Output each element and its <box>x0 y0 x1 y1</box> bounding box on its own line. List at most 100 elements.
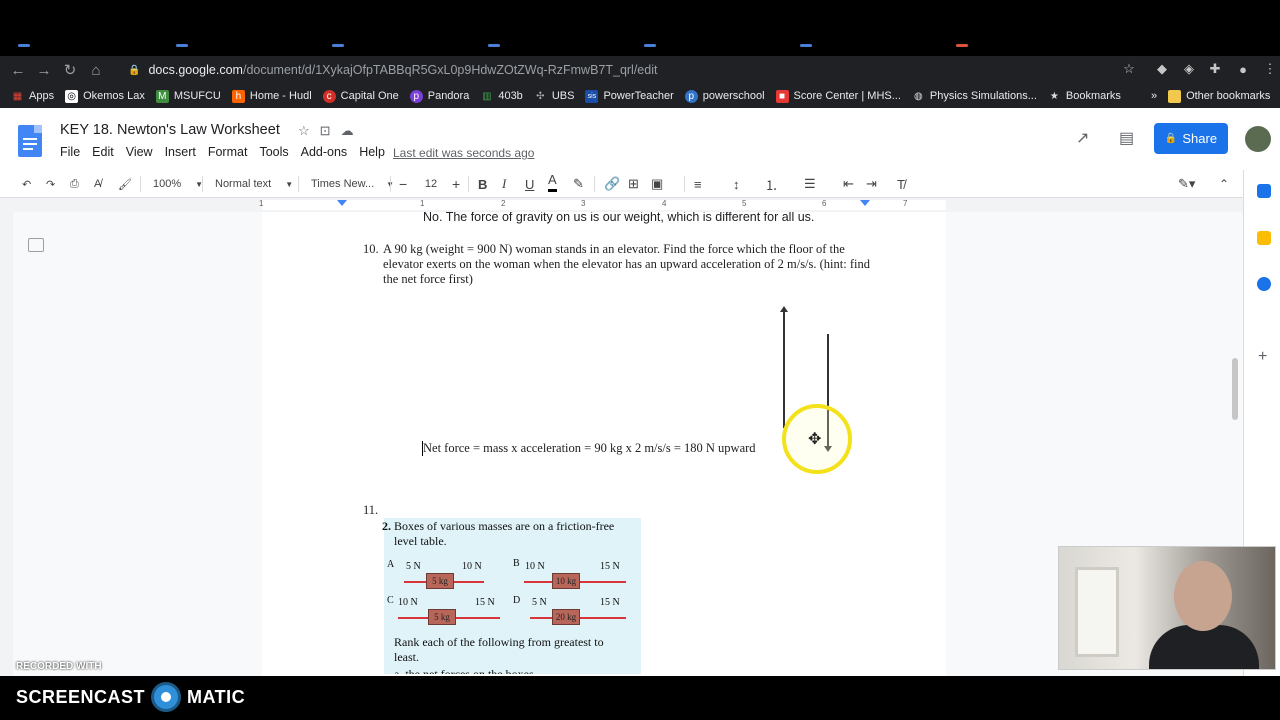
tab-indicator[interactable] <box>332 44 344 47</box>
bookmark-item[interactable]: sis PowerTeacher <box>585 89 674 103</box>
bookmark-item[interactable]: ✣ UBS <box>534 90 574 103</box>
tab-indicator[interactable] <box>800 44 812 47</box>
bookmark-item[interactable]: p powerschool <box>684 89 765 103</box>
image-question-number: 2. <box>382 519 391 533</box>
move-folder-icon[interactable]: ⊡ <box>320 123 331 139</box>
avatar[interactable] <box>1245 126 1271 152</box>
comment-icon[interactable]: ▤ <box>1119 128 1134 148</box>
text-cursor <box>422 441 423 456</box>
menu-tools[interactable]: Tools <box>259 145 288 159</box>
bookmark-item[interactable]: ▦ Apps <box>11 90 54 103</box>
bookmark-label: MSUFCU <box>173 90 221 102</box>
other-bookmarks-folder[interactable]: Other bookmarks <box>1168 89 1270 103</box>
style-select[interactable]: Normal text ▼ <box>215 170 293 198</box>
document-outline-icon[interactable] <box>28 238 44 252</box>
bold-icon[interactable]: B <box>478 170 487 198</box>
menu-file[interactable]: File <box>60 145 80 159</box>
bulleted-list-icon[interactable]: ☰ <box>804 170 816 198</box>
boxes-diagram-image[interactable]: 2. Boxes of various masses are on a fric… <box>382 518 641 682</box>
text-color-icon[interactable]: A <box>548 170 557 192</box>
bookmark-star-icon[interactable]: ☆ <box>1120 60 1138 78</box>
msufcu-icon: M <box>155 89 169 103</box>
add-comment-icon[interactable]: ⊞ <box>628 170 639 198</box>
increase-indent-icon[interactable]: ⇥ <box>866 170 877 198</box>
italic-icon[interactable]: I <box>502 170 506 198</box>
paint-format-icon[interactable]: 🖌 <box>118 170 132 198</box>
spellcheck-icon[interactable]: A̸ <box>94 170 101 198</box>
right-indent-marker[interactable] <box>860 200 870 206</box>
menu-format[interactable]: Format <box>208 145 248 159</box>
decrease-font-icon[interactable]: − <box>399 170 407 198</box>
insert-image-icon[interactable]: ▣ <box>651 170 663 198</box>
forward-icon[interactable]: → <box>31 57 57 83</box>
share-button[interactable]: 🔒 Share <box>1154 123 1228 154</box>
force-label: 15 N <box>600 597 620 608</box>
line-spacing-icon[interactable]: ↕ <box>733 170 740 198</box>
star-icon[interactable]: ☆ <box>298 123 310 139</box>
print-icon[interactable]: ⎙ <box>70 170 79 198</box>
cloud-saved-icon[interactable]: ☁ <box>341 123 354 139</box>
keep-icon[interactable] <box>1257 231 1271 245</box>
activity-trend-icon[interactable]: ↗ <box>1076 128 1089 148</box>
document-title[interactable]: KEY 18. Newton's Law Worksheet <box>60 122 280 138</box>
back-icon[interactable]: ← <box>5 57 31 83</box>
bookmark-item[interactable]: ■ Score Center | MHS... <box>775 89 901 103</box>
reload-icon[interactable]: ↻ <box>57 57 83 83</box>
menu-view[interactable]: View <box>126 145 153 159</box>
tab-indicator[interactable] <box>18 44 30 47</box>
extension-icon[interactable]: ◆ <box>1153 60 1171 78</box>
mass-box: 5 kg <box>428 609 456 625</box>
highlight-icon[interactable]: ✎ <box>573 170 584 198</box>
tab-indicator[interactable] <box>956 44 968 47</box>
tab-indicator[interactable] <box>488 44 500 47</box>
menu-addons[interactable]: Add-ons <box>301 145 348 159</box>
editing-mode-icon[interactable]: ✎▾ <box>1178 170 1195 198</box>
puzzle-icon[interactable]: ✚ <box>1206 60 1224 78</box>
bookmark-item[interactable]: ★ Bookmarks <box>1048 90 1121 103</box>
tasks-icon[interactable] <box>1257 277 1271 291</box>
tab-indicator[interactable] <box>176 44 188 47</box>
google-docs-icon[interactable] <box>18 125 42 157</box>
align-icon[interactable]: ≡ <box>694 170 702 198</box>
increase-font-icon[interactable]: + <box>452 170 460 198</box>
force-arrow <box>524 581 554 583</box>
scrollbar-thumb[interactable] <box>1232 358 1238 420</box>
bookmark-item[interactable]: ◍ Physics Simulations... <box>912 90 1037 103</box>
zoom-select[interactable]: 100% ▼ <box>153 170 203 198</box>
undo-icon[interactable]: ↶ <box>22 170 31 198</box>
calendar-icon[interactable] <box>1257 184 1271 198</box>
tab-indicator[interactable] <box>644 44 656 47</box>
more-vert-icon[interactable]: ⋮ <box>1261 60 1279 78</box>
horizontal-ruler[interactable]: 1 1 2 3 4 5 6 7 <box>0 198 1243 212</box>
last-edit-link[interactable]: Last edit was seconds ago <box>393 146 534 160</box>
collapse-menus-icon[interactable]: ⌃ <box>1219 170 1229 198</box>
menu-insert[interactable]: Insert <box>165 145 196 159</box>
home-icon[interactable]: ⌂ <box>83 57 109 83</box>
chart-icon: ▥ <box>482 90 492 102</box>
clear-formatting-icon[interactable]: T̸ <box>897 170 905 198</box>
redo-icon[interactable]: ↷ <box>46 170 55 198</box>
profile-icon[interactable]: ● <box>1234 60 1252 78</box>
bookmark-item[interactable]: M MSUFCU <box>155 89 221 103</box>
font-select[interactable]: Times New...▼ <box>311 170 394 198</box>
add-addon-icon[interactable]: + <box>1258 348 1267 366</box>
vertical-ruler[interactable] <box>0 212 13 720</box>
menu-edit[interactable]: Edit <box>92 145 114 159</box>
force-label: 5 N <box>532 597 547 608</box>
force-label: 10 N <box>525 561 545 572</box>
bookmark-item[interactable]: p Pandora <box>409 89 469 103</box>
bookmark-item[interactable]: ◎ Okemos Lax <box>65 89 145 103</box>
bookmark-item[interactable]: h Home - Hudl <box>231 89 312 103</box>
underline-icon[interactable]: U <box>525 170 534 198</box>
numbered-list-icon[interactable]: ⒈ <box>765 170 778 198</box>
font-size-field[interactable]: 12 <box>418 170 444 198</box>
indent-marker[interactable] <box>337 200 347 206</box>
decrease-indent-icon[interactable]: ⇤ <box>843 170 854 198</box>
bookmark-item[interactable]: c Capital One <box>322 89 399 103</box>
menu-help[interactable]: Help <box>359 145 385 159</box>
url-field[interactable]: 🔒 docs.google.com/document/d/1XykajOfpTA… <box>118 58 1140 82</box>
insert-link-icon[interactable]: 🔗 <box>604 170 620 198</box>
extension-icon[interactable]: ◈ <box>1180 60 1198 78</box>
bookmark-item[interactable]: ▥ 403b <box>480 90 523 103</box>
more-bookmarks-button[interactable]: » <box>1151 90 1157 102</box>
